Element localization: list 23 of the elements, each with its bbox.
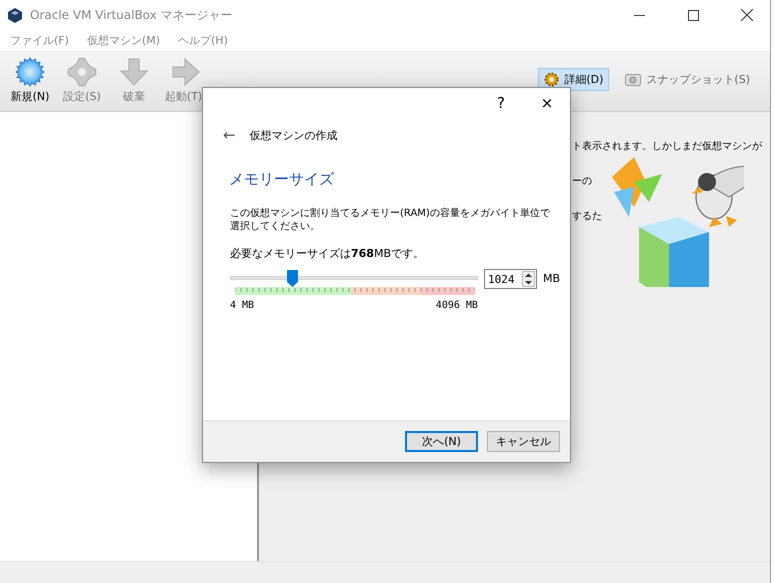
wizard-title: 仮想マシンの作成 — [250, 128, 338, 142]
back-button[interactable]: ← — [223, 126, 236, 144]
menu-item[interactable]: 仮想マシン(M) — [82, 33, 164, 48]
help-button[interactable]: ? — [478, 88, 524, 118]
view-tab[interactable]: スナップショット(S) — [619, 68, 756, 91]
page-heading: メモリーサイズ — [229, 170, 335, 189]
toolbar-button[interactable]: 新規(N) — [4, 57, 56, 104]
max-label: 4096 MB — [436, 300, 478, 311]
description-text: この仮想マシンに割り当てるメモリー(RAM)の容量をメガバイト単位で選択してください。 — [230, 207, 551, 233]
unit-label: MB — [542, 272, 560, 285]
recommendation-text: 必要なメモリーサイズは768MBです。 — [230, 246, 426, 261]
menu-item[interactable]: ヘルプ(H) — [174, 33, 232, 48]
welcome-text: ーの — [572, 175, 593, 189]
memory-spin-field[interactable]: 1024 — [484, 269, 537, 289]
welcome-text: するた — [572, 210, 603, 224]
welcome-text: ト表示されます。しかしまだ仮想マシンが — [572, 140, 763, 154]
window-title: Oracle VM VirtualBox マネージャー — [30, 6, 234, 24]
dialog-button[interactable]: キャンセル — [487, 431, 560, 452]
dialog-button[interactable]: 次へ(N) — [405, 431, 478, 452]
menu-item[interactable]: ファイル(F) — [6, 33, 73, 48]
close-button[interactable]: × — [524, 88, 570, 118]
min-label: 4 MB — [230, 300, 254, 311]
view-tab[interactable]: 詳細(D) — [538, 68, 610, 91]
